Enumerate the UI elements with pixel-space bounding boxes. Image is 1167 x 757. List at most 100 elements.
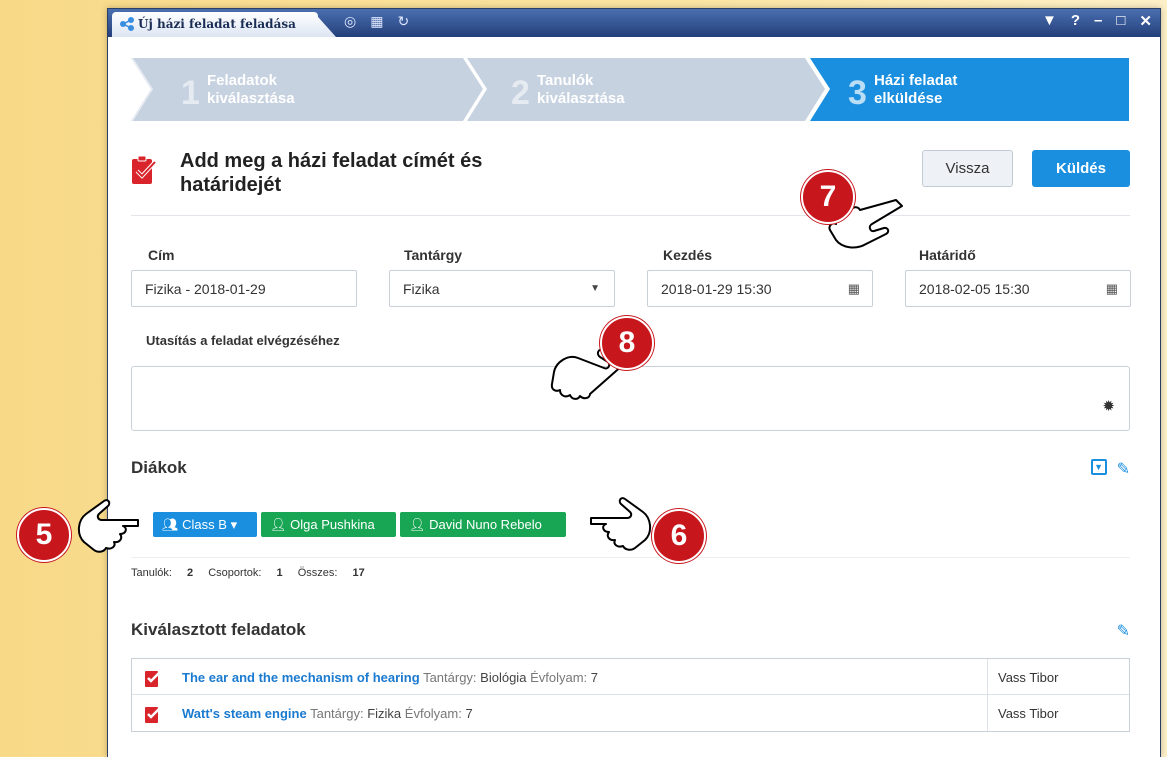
stat-label: Összes: [297,567,338,579]
students-actions: ▼ ✎ [1090,459,1130,479]
grade-value: 7 [465,706,473,721]
homework-icon [145,707,161,723]
stat-label: Tanulók: [131,567,172,579]
grade-label: Évfolyam: [530,670,588,685]
pencil-icon[interactable]: ✎ [1117,621,1130,641]
caret-down-icon: ▾ [230,517,238,532]
user-icon: 👤︎ [270,517,287,532]
keyboard-icon[interactable]: ▦ [370,13,383,30]
step-label: Tanulók kiválasztása [537,72,625,108]
subject-label: Tantárgy: [423,670,477,685]
students-title: Diákok [131,458,187,477]
back-button[interactable]: Vissza [922,150,1013,187]
selected-tasks-title: Kiválasztott feladatok [131,620,306,639]
pointing-hand-icon [590,497,651,551]
wizard-steps: 1 Feladatok kiválasztása 2 Tanulók kivál… [131,58,1129,121]
tab-title: Új házi feladat feladása [138,17,296,31]
start-date-input[interactable]: 2018-01-29 15:30 ▦ [647,270,873,307]
calendar-icon[interactable]: ▦ [848,281,860,297]
close-icon[interactable]: ✕ [1139,12,1152,30]
homework-icon [145,671,161,687]
maximize-icon[interactable]: □ [1116,12,1125,30]
minimize-icon[interactable]: – [1094,12,1102,30]
students-stats: Tanulók: 2 Csoportok: 1 Összes: 17 [131,567,377,579]
wizard-step-1[interactable]: 1 Feladatok kiválasztása [131,58,483,121]
step-label-line1: Házi feladat [874,72,958,89]
window-controls: ▼ ? – □ ✕ [1042,12,1152,30]
send-button[interactable]: Küldés [1032,150,1130,187]
start-label: Kezdés [663,247,713,263]
step-number: 1 [181,74,200,112]
tab-new-homework[interactable]: Új házi feladat feladása [112,12,318,37]
student-chip-olga[interactable]: 👤︎ Olga Pushkina [261,512,396,537]
callout-badge-8: 8 [600,316,654,370]
page-title-line2: határidejét [180,174,282,196]
refresh-icon[interactable]: ↻ [397,13,409,30]
students-count: Tanulók: 2 [131,567,193,579]
title-toolbar: ◎ ▦ ↻ [344,13,409,30]
group-chip-class-b[interactable]: 👥︎ Class B ▾ [153,512,257,537]
student-chip-david[interactable]: 👤︎ David Nuno Rebelo [400,512,566,537]
dashboard-icon[interactable]: ◎ [344,13,356,30]
subject-value: Biológia [480,670,527,685]
step-number: 2 [511,74,530,112]
table-row[interactable]: The ear and the mechanism of hearing Tan… [132,659,1129,695]
stat-label: Csoportok: [208,567,262,579]
title-label: Cím [148,247,175,263]
selected-tasks-actions: ✎ [1117,621,1130,641]
total-count: Összes: 17 [298,567,365,579]
help-icon[interactable]: ? [1071,12,1080,30]
subject-label: Tantárgy [404,247,463,263]
grade-label: Évfolyam: [404,706,462,721]
step-label-line2: kiválasztása [207,90,295,107]
group-icon: 👥︎ [162,517,179,532]
table-row[interactable]: Watt's steam engine Tantárgy: Fizika Évf… [132,695,1129,731]
subject-select-value: Fizika [403,281,440,297]
callout-badge-7: 7 [801,170,855,224]
pencil-icon[interactable]: ✎ [1117,459,1130,479]
title-input[interactable]: Fizika - 2018-01-29 [131,270,357,307]
subject-value: Fizika [367,706,402,721]
task-title-link[interactable]: Watt's steam engine [182,706,307,721]
callout-badge-5: 5 [17,508,71,562]
caret-down-icon: ▼ [590,283,600,294]
task-info: Watt's steam engine Tantárgy: Fizika Évf… [182,706,982,721]
share-icon [120,17,134,31]
subject-select[interactable]: Fizika ▼ [389,270,615,307]
deadline-input[interactable]: 2018-02-05 15:30 ▦ [905,270,1131,307]
chip-label: David Nuno Rebelo [429,517,542,532]
dropdown-icon[interactable]: ▼ [1042,12,1057,30]
stat-value: 1 [276,567,283,579]
homework-icon [132,155,157,184]
wizard-step-3[interactable]: 3 Házi feladat elküldése [810,58,1129,121]
start-date-value: 2018-01-29 15:30 [661,281,772,297]
calendar-icon[interactable]: ▦ [1106,281,1118,297]
chip-label: Class B [182,517,227,532]
divider [131,215,1130,216]
step-label: Feladatok kiválasztása [207,72,295,108]
gear-icon[interactable]: ✹ [1102,397,1115,415]
app-window: Új házi feladat feladása ◎ ▦ ↻ ▼ ? – □ ✕… [107,8,1161,757]
groups-count: Csoportok: 1 [208,567,282,579]
task-info: The ear and the mechanism of hearing Tan… [182,670,982,685]
teacher-cell: Vass Tibor [987,695,1129,731]
instruction-label: Utasítás a feladat elvégzéséhez [146,333,340,348]
chip-label: Olga Pushkina [290,517,375,532]
step-label-line2: kiválasztása [537,90,625,107]
deadline-value: 2018-02-05 15:30 [919,281,1030,297]
title-bar: Új házi feladat feladása ◎ ▦ ↻ ▼ ? – □ ✕ [108,9,1160,37]
wizard-step-2[interactable]: 2 Tanulók kiválasztása [467,58,825,121]
step-label-line2: elküldése [874,90,943,107]
step-number: 3 [848,74,867,112]
stat-value: 17 [352,567,365,579]
page-title-line1: Add meg a házi feladat címét és [180,150,483,172]
callout-badge-6: 6 [652,509,706,563]
collapse-icon[interactable]: ▼ [1090,459,1107,475]
subject-label: Tantárgy: [310,706,364,721]
step-label-line1: Feladatok [207,72,278,89]
step-label: Házi feladat elküldése [874,72,957,108]
teacher-cell: Vass Tibor [987,659,1129,695]
task-title-link[interactable]: The ear and the mechanism of hearing [182,670,420,685]
step-label-line1: Tanulók [537,72,594,89]
title-input-value: Fizika - 2018-01-29 [145,281,266,297]
